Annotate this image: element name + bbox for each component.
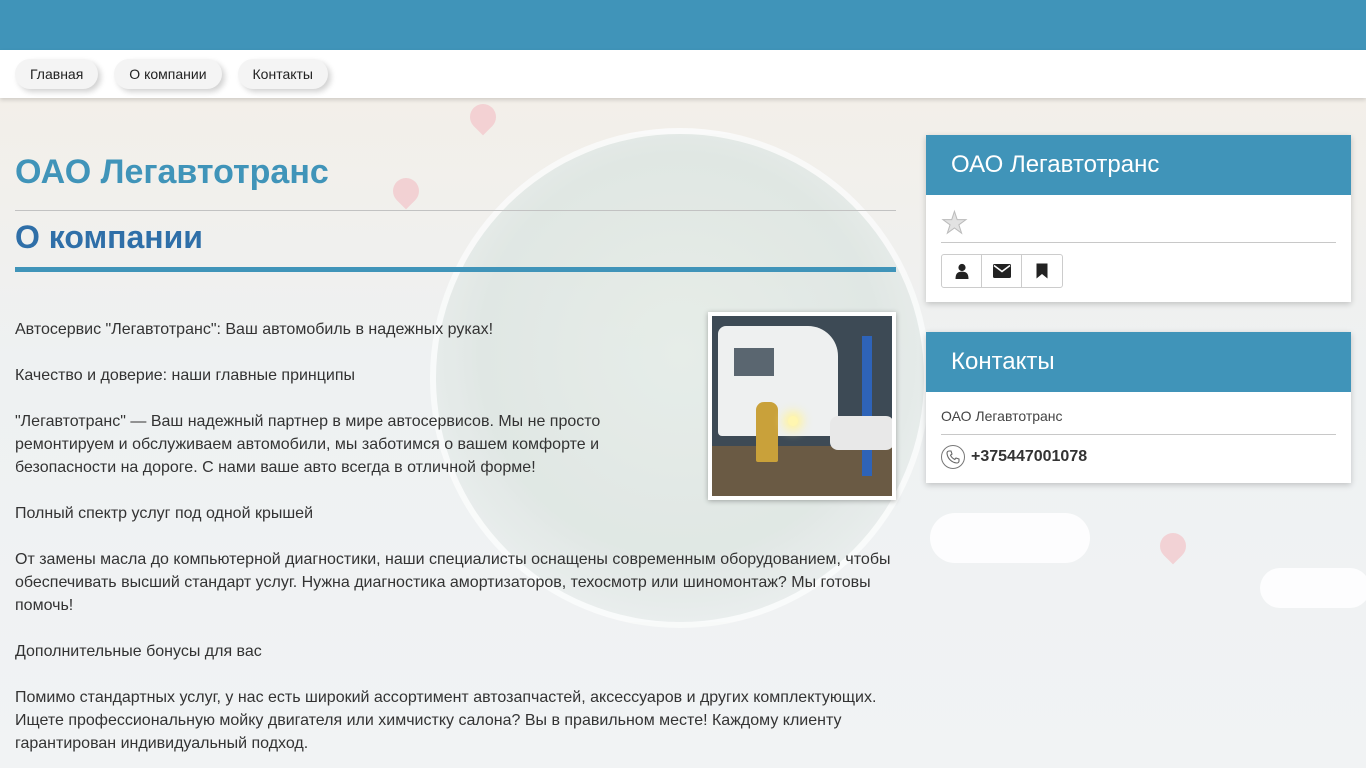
paragraph: От замены масла до компьютерной диагност…: [15, 551, 891, 614]
contacts-card: Контакты ОАО Легавтотранс +375447001078: [926, 332, 1351, 483]
phone-icon: [941, 445, 965, 469]
company-title: ОАО Легавтотранс: [15, 153, 329, 191]
bookmark-icon: [1036, 263, 1048, 279]
top-bar: [0, 0, 1366, 50]
phone-number[interactable]: +375447001078: [971, 448, 1087, 466]
map-pin-decoration: [1154, 527, 1192, 565]
user-icon: [955, 263, 968, 279]
nav-about[interactable]: О компании: [114, 59, 222, 89]
contacts-card-title: Контакты: [926, 332, 1351, 392]
paragraph: Дополнительные бонусы для вас: [15, 643, 262, 660]
sidebar: ОАО Легавтотранс ★ Контакты ОАО Легавтот…: [926, 135, 1351, 513]
contact-company-name: ОАО Легавтотранс: [941, 402, 1336, 435]
section-title: О компании: [15, 219, 203, 255]
phone-row: +375447001078: [941, 435, 1336, 469]
paragraph: Помимо стандартных услуг, у нас есть шир…: [15, 689, 877, 752]
paragraph: Полный спектр услуг под одной крышей: [15, 505, 314, 522]
company-card-title: ОАО Легавтотранс: [926, 135, 1351, 195]
about-text: Автосервис "Легавтотранс": Ваш автомобил…: [15, 312, 896, 755]
company-card: ОАО Легавтотранс ★: [926, 135, 1351, 302]
divider: [15, 210, 896, 211]
main-content: ОАО Легавтотранс О компании Автосервис "…: [15, 98, 896, 768]
email-button[interactable]: [982, 255, 1022, 287]
service-photo: [708, 312, 896, 500]
envelope-icon: [992, 264, 1011, 278]
section-underline: [15, 267, 896, 272]
profile-button[interactable]: [942, 255, 982, 287]
nav-contacts[interactable]: Контакты: [237, 59, 328, 89]
main-nav: Главная О компании Контакты: [0, 50, 1366, 98]
rating: ★: [941, 205, 1336, 243]
nav-home[interactable]: Главная: [15, 59, 99, 89]
cloud-decoration: [1260, 568, 1366, 608]
bookmark-button[interactable]: [1022, 255, 1062, 287]
cloud-decoration: [930, 513, 1090, 563]
action-buttons: [941, 254, 1063, 288]
star-icon[interactable]: ★: [941, 208, 969, 239]
